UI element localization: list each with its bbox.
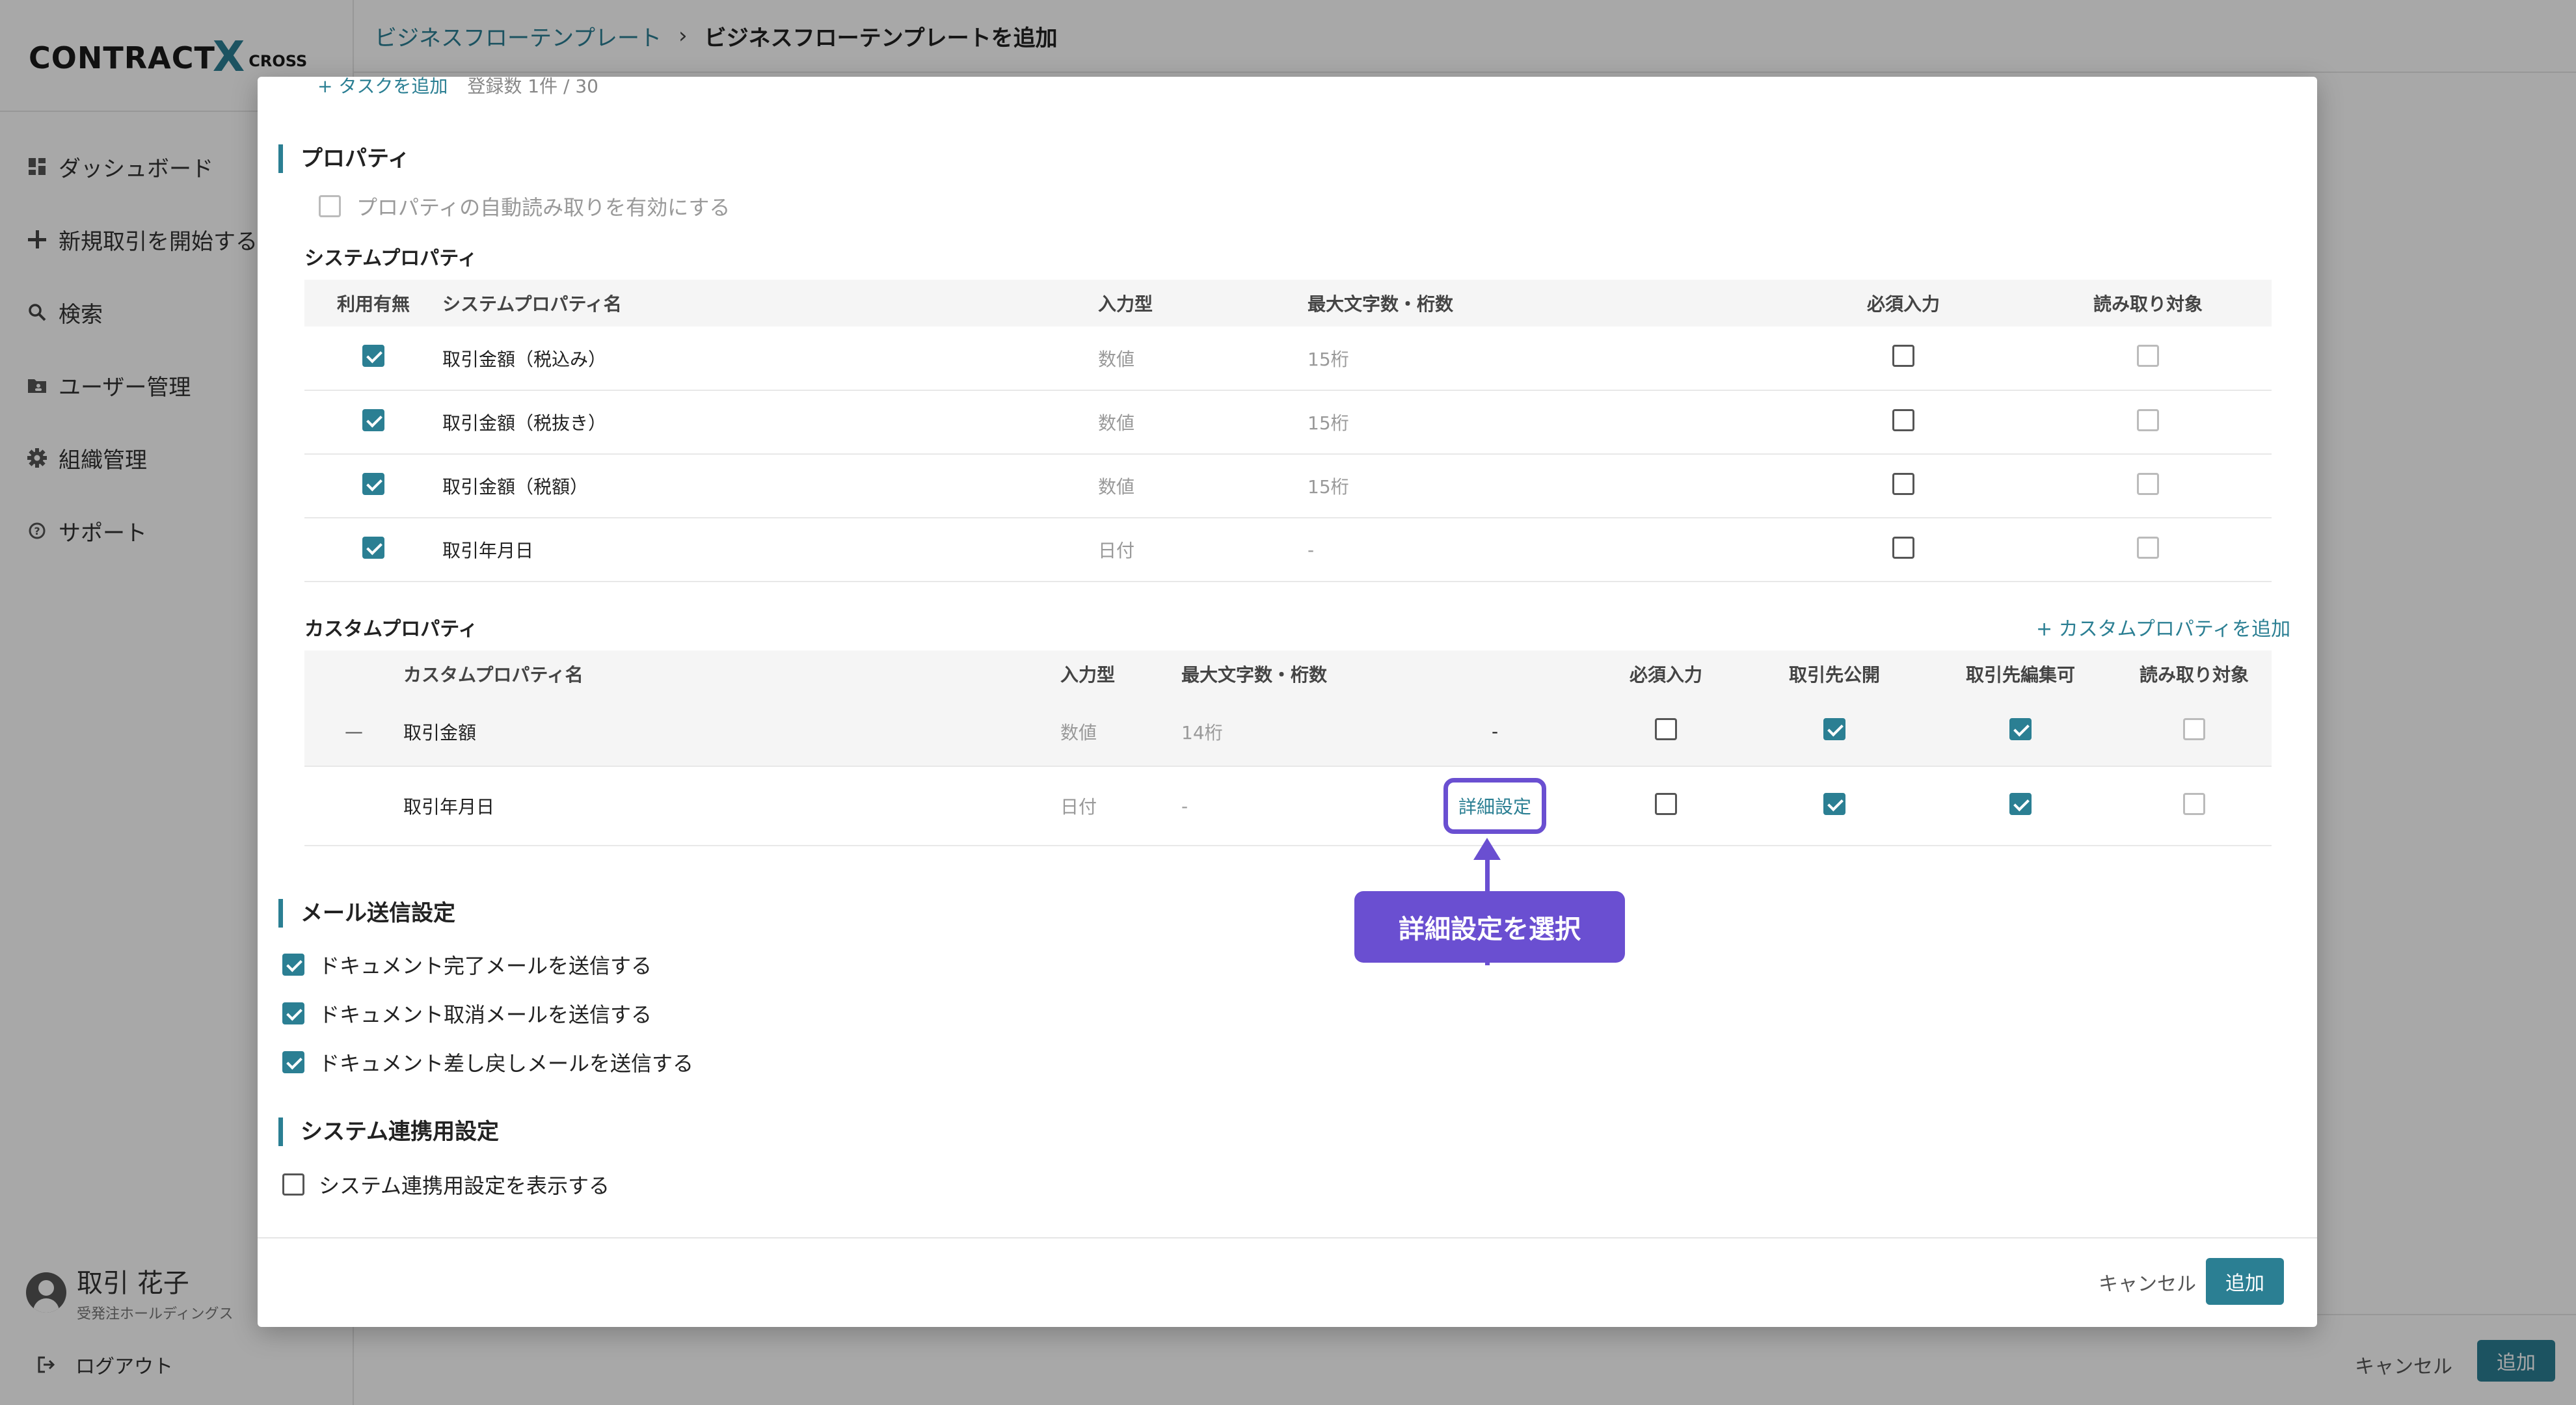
prop-extra: - (1402, 697, 1587, 767)
prop-type: 数値 (1060, 697, 1181, 767)
prop-name: 取引金額（税抜き） (442, 390, 1098, 455)
prop-name: 取引年月日 (403, 766, 1060, 846)
col-header-read: 読み取り対象 (2024, 280, 2272, 327)
table-row: — 取引金額 数値 14桁 - (304, 697, 2272, 767)
col-header-public: 取引先公開 (1745, 650, 1924, 697)
table-row: 取引金額（税額） 数値 15桁 (304, 454, 2272, 518)
required-checkbox[interactable] (1892, 408, 1914, 431)
add-custom-prop-link[interactable]: + カスタムプロパティを追加 (2036, 613, 2290, 641)
table-row: 取引年月日 日付 - (304, 518, 2272, 582)
prop-max: 14桁 (1181, 697, 1402, 767)
prop-max: - (1181, 766, 1402, 846)
required-checkbox[interactable] (1655, 718, 1677, 740)
prop-max: - (1308, 518, 1782, 582)
mail-option-label: ドキュメント差し戻しメールを送信する (319, 1051, 694, 1076)
prop-type: 日付 (1098, 518, 1308, 582)
col-header-editable: 取引先編集可 (1924, 650, 2117, 697)
add-button[interactable]: 追加 (2206, 1258, 2284, 1305)
enabled-checkbox[interactable] (362, 345, 384, 367)
integration-section-title: システム連携用設定 (278, 1117, 499, 1146)
prop-max: 15桁 (1308, 454, 1782, 518)
prop-name: 取引金額（税込み） (442, 327, 1098, 391)
prop-name: 取引年月日 (442, 518, 1098, 582)
col-header-max: 最大文字数・桁数 (1308, 280, 1782, 327)
col-header-name: カスタムプロパティ名 (403, 650, 1060, 697)
prop-type: 日付 (1060, 766, 1181, 846)
prop-max: 15桁 (1308, 390, 1782, 455)
mail-option-label: ドキュメント完了メールを送信する (319, 954, 652, 978)
read-checkbox[interactable] (2137, 345, 2159, 367)
editable-checkbox[interactable] (2009, 718, 2032, 740)
drag-handle-icon (304, 766, 403, 846)
table-row: 取引金額（税抜き） 数値 15桁 (304, 390, 2272, 455)
auto-read-checkbox[interactable] (319, 195, 341, 217)
col-header-type: 入力型 (1060, 650, 1181, 697)
instruction-callout: 詳細設定を選択 (1354, 891, 1625, 963)
public-checkbox[interactable] (1823, 792, 1845, 815)
custom-props-table: カスタムプロパティ名 入力型 最大文字数・桁数 必須入力 取引先公開 取引先編集… (304, 650, 2272, 846)
mail-cancel-checkbox[interactable] (282, 1002, 304, 1024)
read-checkbox[interactable] (2137, 536, 2159, 559)
read-checkbox[interactable] (2183, 718, 2205, 740)
read-checkbox[interactable] (2183, 792, 2205, 815)
required-checkbox[interactable] (1892, 536, 1914, 559)
enabled-checkbox[interactable] (362, 536, 384, 559)
enabled-checkbox[interactable] (362, 472, 384, 495)
col-header-read: 読み取り対象 (2117, 650, 2272, 697)
system-props-title: システムプロパティ (304, 247, 477, 270)
read-checkbox[interactable] (2137, 472, 2159, 495)
col-header-enabled: 利用有無 (304, 280, 442, 327)
mail-complete-checkbox[interactable] (282, 954, 304, 976)
table-row: 取引金額（税込み） 数値 15桁 (304, 327, 2272, 391)
prop-name: 取引金額（税額） (442, 454, 1098, 518)
drag-handle-icon[interactable]: — (304, 697, 403, 767)
col-header-required: 必須入力 (1782, 280, 2024, 327)
prop-type: 数値 (1098, 327, 1308, 391)
custom-props-title: カスタムプロパティ (304, 618, 478, 641)
properties-section-title: プロパティ (278, 144, 410, 173)
task-row: + タスクを追加 登録数 1件 / 30 (317, 77, 598, 96)
prop-type: 数値 (1098, 454, 1308, 518)
integration-option-label: システム連携用設定を表示する (319, 1173, 610, 1198)
enabled-checkbox[interactable] (362, 408, 384, 431)
required-checkbox[interactable] (1892, 472, 1914, 495)
required-checkbox[interactable] (1655, 792, 1677, 815)
public-checkbox[interactable] (1823, 718, 1845, 740)
col-header-max: 最大文字数・桁数 (1181, 650, 1402, 697)
mail-option-label: ドキュメント取消メールを送信する (319, 1002, 652, 1027)
integration-option[interactable]: システム連携用設定を表示する (282, 1170, 610, 1199)
col-header-type: 入力型 (1098, 280, 1308, 327)
mail-option-cancel[interactable]: ドキュメント取消メールを送信する (282, 998, 652, 1028)
auto-read-label: プロパティの自動読み取りを有効にする (356, 195, 731, 220)
table-row: 取引年月日 日付 - 詳細設定 (304, 766, 2272, 846)
auto-read-option[interactable]: プロパティの自動読み取りを有効にする (319, 191, 730, 221)
mail-option-complete[interactable]: ドキュメント完了メールを送信する (282, 950, 652, 980)
col-header-required: 必須入力 (1587, 650, 1745, 697)
prop-max: 15桁 (1308, 327, 1782, 391)
task-count: 登録数 1件 / 30 (467, 77, 598, 97)
required-checkbox[interactable] (1892, 345, 1914, 367)
read-checkbox[interactable] (2137, 408, 2159, 431)
mail-option-return[interactable]: ドキュメント差し戻しメールを送信する (282, 1047, 693, 1077)
editable-checkbox[interactable] (2009, 792, 2032, 815)
system-props-table: 利用有無 システムプロパティ名 入力型 最大文字数・桁数 必須入力 読み取り対象… (304, 280, 2272, 582)
integration-checkbox[interactable] (282, 1173, 304, 1196)
mail-return-checkbox[interactable] (282, 1051, 304, 1073)
col-header-name: システムプロパティ名 (442, 280, 1098, 327)
detail-settings-button[interactable]: 詳細設定 (1443, 778, 1546, 834)
cancel-button[interactable]: キャンセル (2099, 1268, 2196, 1296)
prop-type: 数値 (1098, 390, 1308, 455)
add-task-link[interactable]: + タスクを追加 (317, 77, 448, 96)
modal-footer (258, 1237, 2317, 1327)
prop-name: 取引金額 (403, 697, 1060, 767)
add-template-modal: + タスクを追加 登録数 1件 / 30 プロパティ プロパティの自動読み取りを… (258, 77, 2317, 1327)
mail-section-title: メール送信設定 (278, 899, 455, 928)
